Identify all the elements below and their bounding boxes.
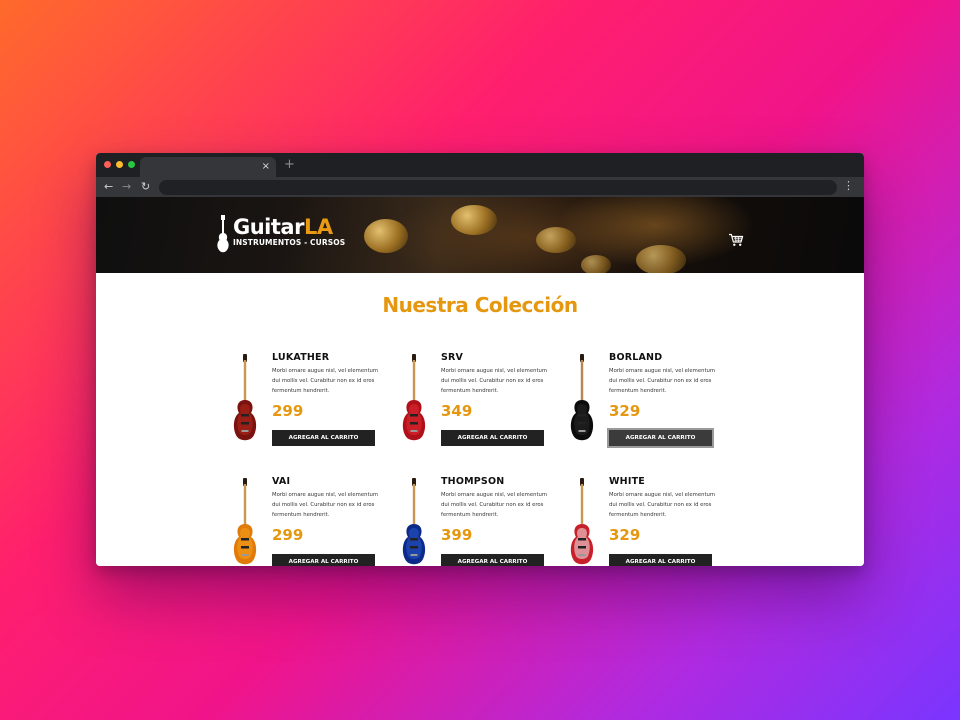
- minimize-window-dot[interactable]: [116, 161, 123, 168]
- address-bar[interactable]: [159, 180, 837, 195]
- guitar-image: [402, 354, 426, 441]
- forward-arrow-icon[interactable]: →: [122, 180, 131, 193]
- guitar-image: [233, 354, 257, 441]
- product-card: VAI Morbi ornare augue nisl, vel elementu…: [225, 476, 390, 566]
- product-description: Morbi ornare augue nisl, vel elementum d…: [609, 492, 716, 518]
- window-controls: [104, 161, 135, 168]
- product-description: Morbi ornare augue nisl, vel elementum d…: [272, 492, 379, 518]
- product-price: 329: [609, 526, 641, 544]
- guitar-image: [570, 354, 594, 441]
- product-card: BORLAND Morbi ornare augue nisl, vel elem…: [562, 352, 727, 462]
- product-name: VAI: [272, 476, 291, 487]
- product-name: THOMPSON: [441, 476, 505, 487]
- product-price: 299: [272, 402, 304, 420]
- tab-close-icon[interactable]: ×: [262, 160, 270, 174]
- collection-section: Nuestra Colección LUKATHER Morbi ornare a…: [96, 273, 864, 566]
- product-description: Morbi ornare augue nisl, vel elementum d…: [272, 368, 379, 394]
- tuning-peg-decoration: [451, 205, 497, 235]
- collection-title: Nuestra Colección: [382, 293, 578, 317]
- product-description: Morbi ornare augue nisl, vel elementum d…: [441, 368, 548, 394]
- product-price: 299: [272, 526, 304, 544]
- product-price: 329: [609, 402, 641, 420]
- tuning-peg-decoration: [364, 219, 408, 253]
- browser-tab-bar: × +: [96, 153, 864, 177]
- tuning-peg-decoration: [636, 245, 686, 273]
- product-name: WHITE: [609, 476, 645, 487]
- add-to-cart-button[interactable]: AGREGAR AL CARRITO: [441, 554, 544, 566]
- new-tab-icon[interactable]: +: [284, 157, 295, 173]
- add-to-cart-button[interactable]: AGREGAR AL CARRITO: [272, 554, 375, 566]
- site-logo[interactable]: GuitarLA INSTRUMENTOS - CURSOS: [216, 215, 345, 253]
- guitar-image: [233, 478, 257, 565]
- product-price: 399: [441, 526, 473, 544]
- product-price: 349: [441, 402, 473, 420]
- add-to-cart-button[interactable]: AGREGAR AL CARRITO: [272, 430, 375, 446]
- tuning-peg-decoration: [536, 227, 576, 253]
- browser-menu-icon[interactable]: ⋮: [843, 179, 854, 193]
- browser-tab[interactable]: ×: [140, 157, 276, 177]
- add-to-cart-button[interactable]: AGREGAR AL CARRITO: [609, 554, 712, 566]
- product-card: LUKATHER Morbi ornare augue nisl, vel ele…: [225, 352, 390, 462]
- product-description: Morbi ornare augue nisl, vel elementum d…: [609, 368, 716, 394]
- guitar-image: [570, 478, 594, 565]
- cart-icon[interactable]: [728, 233, 744, 247]
- product-name: BORLAND: [609, 352, 663, 363]
- logo-subtitle: INSTRUMENTOS - CURSOS: [233, 238, 346, 247]
- guitar-image: [402, 478, 426, 565]
- maximize-window-dot[interactable]: [128, 161, 135, 168]
- tuning-peg-decoration: [581, 255, 611, 273]
- site-header: GuitarLA INSTRUMENTOS - CURSOS: [96, 197, 864, 273]
- product-name: SRV: [441, 352, 464, 363]
- product-card: SRV Morbi ornare augue nisl, vel elementu…: [394, 352, 559, 462]
- browser-toolbar: ← → ↻ ⋮: [96, 177, 864, 197]
- logo-title: GuitarLA: [233, 215, 333, 239]
- product-name: LUKATHER: [272, 352, 330, 363]
- browser-window: × + ← → ↻ ⋮ GuitarLA INSTRUMENTOS - CURS…: [96, 153, 864, 566]
- back-arrow-icon[interactable]: ←: [104, 180, 113, 193]
- product-description: Morbi ornare augue nisl, vel elementum d…: [441, 492, 548, 518]
- product-card: THOMPSON Morbi ornare augue nisl, vel ele…: [394, 476, 559, 566]
- add-to-cart-button[interactable]: AGREGAR AL CARRITO: [607, 428, 714, 448]
- reload-icon[interactable]: ↻: [141, 180, 150, 193]
- guitar-logo-icon: [217, 215, 229, 253]
- add-to-cart-button[interactable]: AGREGAR AL CARRITO: [441, 430, 544, 446]
- close-window-dot[interactable]: [104, 161, 111, 168]
- product-card: WHITE Morbi ornare augue nisl, vel elemen…: [562, 476, 727, 566]
